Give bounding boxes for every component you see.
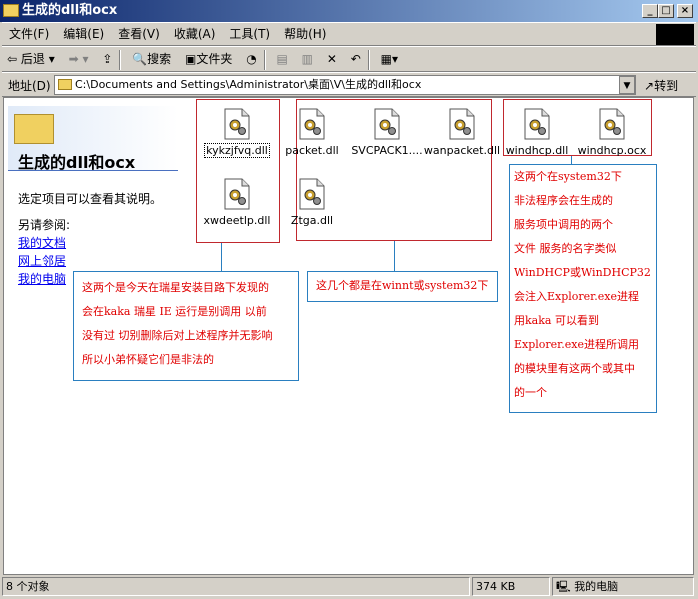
search-button[interactable]: 🔍搜索: [127, 47, 176, 71]
status-bar: 8 个对象 374 KB 🖳 我的电脑: [2, 576, 696, 597]
move-to-button[interactable]: ▤: [272, 47, 293, 71]
copy-to-button[interactable]: ▥: [297, 47, 318, 71]
views-button[interactable]: ▦▾: [376, 47, 403, 71]
address-input[interactable]: C:\Documents and Settings\Administrator\…: [54, 75, 636, 95]
file-item[interactable]: windhcp.ocx: [572, 108, 652, 157]
folder-icon: [3, 4, 19, 17]
dll-file-icon: [224, 108, 250, 140]
folder-large-icon: [14, 114, 54, 144]
folder-banner: 生成的dll和ocx: [8, 106, 178, 172]
status-object-count: 8 个对象: [2, 577, 470, 596]
menu-tools[interactable]: 工具(T): [222, 23, 277, 45]
menu-file[interactable]: 文件(F): [2, 23, 56, 45]
menu-favorites[interactable]: 收藏(A): [167, 23, 223, 45]
dll-file-icon: [374, 108, 400, 140]
file-item[interactable]: SVCPACK1....: [347, 108, 427, 157]
forward-button[interactable]: ➡ ▾: [64, 47, 94, 71]
folder-icon: [58, 79, 72, 90]
close-button[interactable]: ×: [677, 4, 693, 18]
undo-button[interactable]: ↶: [346, 47, 366, 71]
dll-file-icon: [224, 178, 250, 210]
title-bar: 生成的dll和ocx: [0, 0, 698, 22]
link-my-documents[interactable]: 我的文档: [18, 234, 66, 252]
file-view: 生成的dll和ocx 选定项目可以查看其说明。 另请参阅: 我的文档 网上邻居 …: [3, 97, 694, 575]
folders-button[interactable]: ▣文件夹: [180, 47, 237, 71]
up-folder-button[interactable]: ⇪: [97, 47, 117, 71]
file-item[interactable]: Ztga.dll: [272, 178, 352, 227]
minimize-button[interactable]: _: [642, 4, 658, 18]
link-network-places[interactable]: 网上邻居: [18, 252, 66, 270]
folders-icon: ▣: [185, 52, 197, 66]
go-button[interactable]: ↗转到: [644, 77, 678, 94]
see-also-label: 另请参阅:: [18, 218, 71, 232]
back-button[interactable]: ⇦ 后退 ▾: [2, 47, 60, 71]
toolbar: ⇦ 后退 ▾ ➡ ▾ ⇪ 🔍搜索 ▣文件夹 ◔ ▤ ▥ ✕ ↶ ▦▾: [2, 46, 696, 72]
computer-icon: 🖳: [556, 580, 571, 593]
menu-help[interactable]: 帮助(H): [277, 23, 333, 45]
delete-button[interactable]: ✕: [322, 47, 342, 71]
select-hint: 选定项目可以查看其说明。: [18, 192, 163, 206]
file-item[interactable]: kykzjfvq.dll: [197, 108, 277, 158]
menu-view[interactable]: 查看(V): [111, 23, 167, 45]
address-dropdown[interactable]: ▼: [619, 76, 635, 94]
menu-edit[interactable]: 编辑(E): [56, 23, 111, 45]
note-right: 这两个在system32下 非法程序会在生成的 服务项中调用的两个 文件 服务的名字类…: [509, 164, 657, 413]
dll-file-icon: [524, 108, 550, 140]
maximize-button[interactable]: □: [658, 4, 674, 18]
file-item[interactable]: packet.dll: [272, 108, 352, 157]
link-my-computer[interactable]: 我的电脑: [18, 270, 66, 288]
note-middle: 这几个都是在winnt或system32下: [307, 271, 498, 302]
note-left: 这两个是今天在瑞星安装目路下发现的 会在kaka 瑞星 IE 运行是别调用 以前没…: [73, 271, 299, 381]
dll-file-icon: [299, 178, 325, 210]
search-icon: 🔍: [132, 52, 148, 66]
windows-logo: [656, 24, 694, 45]
file-item[interactable]: wanpacket.dll: [422, 108, 502, 157]
history-button[interactable]: ◔: [241, 47, 261, 71]
address-label: 地址(D): [8, 79, 51, 93]
file-item[interactable]: xwdeetlp.dll: [197, 178, 277, 227]
back-arrow-icon: ⇦: [7, 52, 18, 66]
dll-file-icon: [599, 108, 625, 140]
dll-file-icon: [299, 108, 325, 140]
status-size: 374 KB: [472, 577, 550, 596]
status-location: 🖳 我的电脑: [552, 577, 694, 596]
dll-file-icon: [449, 108, 475, 140]
address-bar: 地址(D) C:\Documents and Settings\Administ…: [2, 72, 696, 97]
file-item[interactable]: windhcp.dll: [497, 108, 577, 157]
window-title: 生成的dll和ocx: [22, 3, 118, 18]
menu-bar: 文件(F) 编辑(E) 查看(V) 收藏(A) 工具(T) 帮助(H): [2, 22, 696, 46]
